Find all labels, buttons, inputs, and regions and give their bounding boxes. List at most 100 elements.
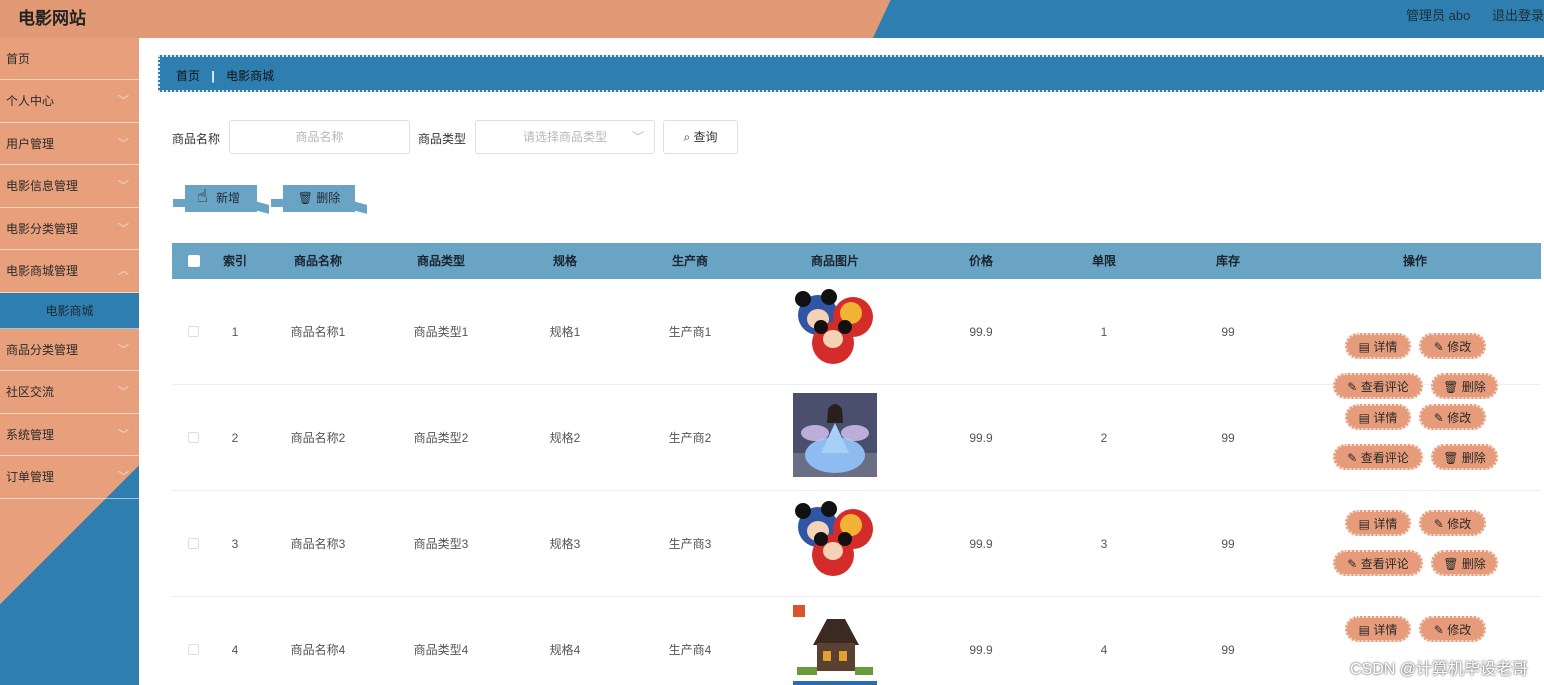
view-comments-button[interactable]: ✎ 查看评论	[1333, 550, 1423, 576]
view-comments-button[interactable]: ✎ 查看评论	[1333, 444, 1423, 470]
cell-limit: 2	[1100, 431, 1108, 445]
sidebar-item-goods-category[interactable]: 商品分类管理 ﹀	[0, 329, 139, 371]
name-filter-label: 商品名称	[172, 132, 221, 146]
add-button[interactable]: 新增	[173, 185, 257, 212]
delete-button[interactable]: 🗑 删除	[1431, 444, 1498, 470]
header-user-area: 管理员 abo 退出登录	[1388, 5, 1544, 24]
row-checkbox[interactable]	[188, 432, 199, 443]
hand-cursor-icon: ☝	[197, 186, 208, 206]
detail-button[interactable]: ▤ 详情	[1345, 333, 1411, 359]
cell-limit: 4	[1100, 643, 1108, 657]
breadcrumb-home[interactable]: 首页	[176, 69, 200, 83]
sidebar-item-movie-info[interactable]: 电影信息管理 ﹀	[0, 165, 139, 208]
edit-icon: ✎	[1433, 411, 1448, 425]
cell-type: 商品类型1	[413, 325, 469, 339]
table-header: 索引 商品名称 商品类型 规格 生产商 商品图片 价格 单限 库存 操作	[172, 243, 1541, 279]
edit-button[interactable]: ✎ 修改	[1419, 510, 1486, 536]
detail-label: 详情	[1373, 517, 1398, 531]
table-row: 4 商品名称4 商品类型4 规格4 生产商4 99.9 4 99 ▤ 详情 ✎ …	[172, 597, 1541, 685]
delete-button[interactable]: 🗑 删除	[1431, 550, 1498, 576]
sidebar-item-label: 首页	[6, 52, 31, 66]
search-icon: ⌕	[683, 130, 691, 144]
chevron-down-icon: ﹀	[118, 471, 129, 483]
cell-maker: 生产商1	[668, 325, 712, 339]
breadcrumb-separator: |	[211, 69, 215, 83]
cell-spec: 规格3	[549, 537, 581, 551]
sidebar-item-profile[interactable]: 个人中心 ﹀	[0, 80, 139, 123]
sidebar-item-label: 电影分类管理	[6, 221, 79, 236]
query-button[interactable]: ⌕ 查询	[663, 120, 738, 154]
logout-link[interactable]: 退出登录	[1492, 8, 1544, 23]
cell-type: 商品类型3	[413, 537, 469, 551]
cell-index: 3	[231, 537, 239, 551]
edit-button[interactable]: ✎ 修改	[1419, 333, 1486, 359]
cell-index: 2	[231, 431, 239, 445]
chevron-down-icon: ﹀	[118, 95, 129, 107]
cell-stock: 99	[1221, 431, 1235, 445]
cell-maker: 生产商3	[668, 537, 712, 551]
edit-button[interactable]: ✎ 修改	[1419, 404, 1486, 430]
cell-spec: 规格1	[549, 325, 581, 339]
admin-label: 管理员 abo	[1406, 8, 1471, 23]
edit-label: 修改	[1447, 623, 1472, 637]
cell-limit: 3	[1100, 537, 1108, 551]
detail-button[interactable]: ▤ 详情	[1345, 510, 1411, 536]
cell-name: 商品名称2	[290, 431, 346, 445]
row-checkbox[interactable]	[188, 538, 199, 549]
sidebar-item-mall[interactable]: 电影商城管理 ︿	[0, 250, 139, 293]
sidebar-item-users[interactable]: 用户管理 ﹀	[0, 123, 139, 165]
detail-button[interactable]: ▤ 详情	[1345, 404, 1411, 430]
detail-button[interactable]: ▤ 详情	[1345, 616, 1411, 642]
sidebar-subitem-mall[interactable]: 电影商城	[0, 292, 139, 329]
sidebar-item-system[interactable]: 系统管理 ﹀	[0, 414, 139, 456]
sidebar-item-orders[interactable]: 订单管理 ﹀	[0, 456, 139, 499]
table-row: 2 商品名称2 商品类型2 规格2 生产商2 99.9 2 99 ▤ 详情 ✎ …	[172, 385, 1541, 491]
col-name: 商品名称	[293, 254, 343, 268]
select-all-checkbox[interactable]	[188, 255, 200, 267]
cell-name: 商品名称3	[290, 537, 346, 551]
sidebar-item-community[interactable]: 社区交流 ﹀	[0, 371, 139, 414]
table-row: 1 商品名称1 商品类型1 规格1 生产商1 99.9 1 99 ▤ 详情 ✎ …	[172, 279, 1541, 399]
product-image-plush	[793, 499, 877, 583]
edit-icon: ✎	[1433, 517, 1448, 531]
edit-icon: ✎	[1433, 340, 1448, 354]
cell-spec: 规格2	[549, 431, 581, 445]
row-checkbox[interactable]	[188, 644, 199, 655]
sidebar-item-label: 电影信息管理	[6, 179, 79, 193]
sidebar-item-label: 订单管理	[6, 470, 55, 484]
sidebar-item-label: 系统管理	[6, 427, 55, 442]
type-select-placeholder: 请选择商品类型	[522, 130, 607, 144]
type-select[interactable]: 请选择商品类型 ﹀	[475, 120, 655, 154]
cell-stock: 99	[1221, 537, 1235, 551]
sidebar-item-movie-category[interactable]: 电影分类管理 ﹀	[0, 208, 139, 250]
chevron-down-icon: ﹀	[118, 428, 129, 441]
sidebar-item-label: 社区交流	[6, 385, 55, 399]
col-actions: 操作	[1402, 254, 1428, 268]
row-checkbox[interactable]	[188, 326, 199, 337]
batch-delete-button[interactable]: 🗑 删除	[271, 185, 355, 212]
name-search-input[interactable]: 商品名称	[229, 120, 410, 154]
type-filter-label: 商品类型	[418, 132, 467, 146]
edit-button[interactable]: ✎ 修改	[1419, 616, 1486, 642]
document-icon: ▤	[1358, 623, 1374, 637]
chevron-down-icon: ﹀	[118, 180, 129, 192]
cell-name: 商品名称1	[290, 325, 346, 339]
trash-icon: 🗑	[297, 191, 313, 205]
cell-index: 4	[231, 643, 239, 657]
col-type: 商品类型	[416, 254, 466, 268]
chevron-down-icon: ﹀	[118, 222, 129, 235]
trash-icon: 🗑	[1443, 451, 1462, 465]
breadcrumb-current: 电影商城	[226, 69, 275, 83]
sidebar-item-home[interactable]: 首页	[0, 38, 139, 80]
breadcrumb: 首页 | 电影商城	[158, 55, 1544, 92]
table-row: 3 商品名称3 商品类型3 规格3 生产商3 99.9 3 99 ▤ 详情 ✎ …	[172, 491, 1541, 597]
goods-table: 索引 商品名称 商品类型 规格 生产商 商品图片 价格 单限 库存 操作 1 商…	[172, 243, 1541, 685]
product-image-castle	[793, 605, 877, 685]
chevron-down-icon: ﹀	[631, 130, 644, 144]
detail-label: 详情	[1373, 340, 1398, 354]
cell-type: 商品类型2	[413, 431, 469, 445]
sidebar-item-label: 用户管理	[6, 136, 55, 151]
comments-label: 查看评论	[1360, 451, 1409, 465]
edit-icon: ✎	[1347, 557, 1361, 571]
cell-type: 商品类型4	[413, 643, 469, 657]
